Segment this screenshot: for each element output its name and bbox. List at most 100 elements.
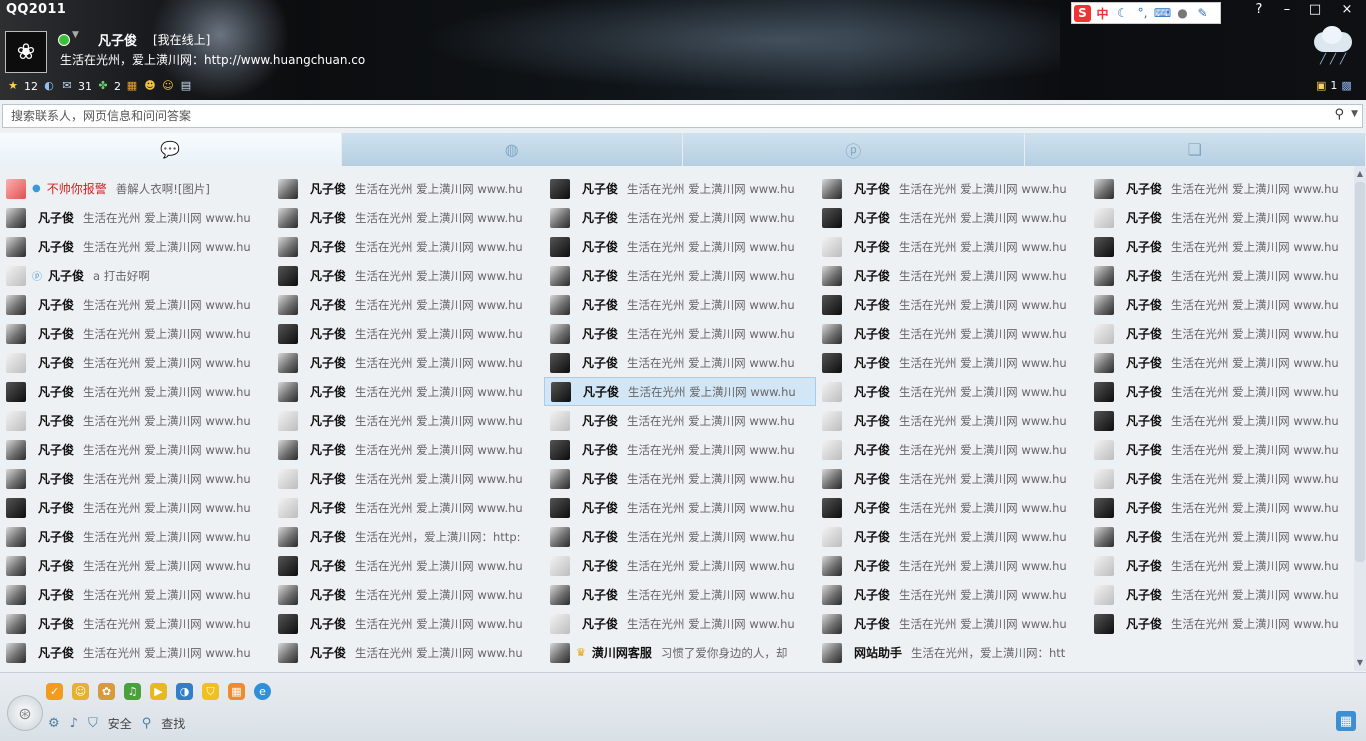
contact-avatar[interactable]	[551, 382, 571, 402]
contact-row[interactable]: 凡子俊生活在光州 爱上潢川网 www.hu	[816, 435, 1088, 464]
contact-avatar[interactable]	[6, 614, 26, 634]
contact-avatar[interactable]	[822, 498, 842, 518]
contact-row[interactable]: 凡子俊生活在光州 爱上潢川网 www.hu	[544, 522, 816, 551]
contact-avatar[interactable]	[278, 324, 298, 344]
contact-avatar[interactable]	[550, 440, 570, 460]
game-icon[interactable]: ▦	[125, 79, 139, 93]
app-manager-button[interactable]: ▦	[1336, 711, 1356, 731]
contact-avatar[interactable]	[278, 208, 298, 228]
contact-row[interactable]: 凡子俊生活在光州 爱上潢川网 www.hu	[544, 174, 816, 203]
contact-avatar[interactable]	[278, 179, 298, 199]
contact-row[interactable]: 凡子俊生活在光州 爱上潢川网 www.hu	[0, 464, 272, 493]
contact-avatar[interactable]	[6, 411, 26, 431]
contact-avatar[interactable]	[6, 527, 26, 547]
contact-row[interactable]: 凡子俊生活在光州 爱上潢川网 www.hu	[1088, 377, 1354, 406]
contact-avatar[interactable]	[822, 295, 842, 315]
contact-row[interactable]: ●不帅你报警善解人衣啊![图片]	[0, 174, 272, 203]
status-text[interactable]: [我在线上]	[153, 31, 210, 48]
music-app-icon[interactable]: ♫	[124, 683, 141, 700]
contact-row[interactable]: 凡子俊生活在光州 爱上潢川网 www.hu	[1088, 232, 1354, 261]
contact-avatar[interactable]	[1094, 382, 1114, 402]
contact-avatar[interactable]	[1094, 585, 1114, 605]
contact-row[interactable]: 凡子俊生活在光州 爱上潢川网 www.hu	[272, 174, 544, 203]
contact-avatar[interactable]	[278, 353, 298, 373]
sogou-s-icon[interactable]: S	[1074, 5, 1091, 22]
contact-avatar[interactable]	[6, 353, 26, 373]
contact-row[interactable]: 凡子俊生活在光州 爱上潢川网 www.hu	[272, 609, 544, 638]
contact-avatar[interactable]	[1094, 527, 1114, 547]
contact-row[interactable]: 凡子俊生活在光州 爱上潢川网 www.hu	[1088, 261, 1354, 290]
mail-icon[interactable]: ✉	[60, 79, 74, 93]
contact-row[interactable]: 凡子俊生活在光州 爱上潢川网 www.hu	[272, 377, 544, 406]
contact-row[interactable]: 凡子俊生活在光州 爱上潢川网 www.hu	[0, 435, 272, 464]
avatar[interactable]: ❀	[5, 31, 47, 73]
people-app-icon[interactable]: ☺	[72, 683, 89, 700]
contact-row[interactable]: 凡子俊生活在光州 爱上潢川网 www.hu	[544, 203, 816, 232]
scroll-up-icon[interactable]: ▲	[1354, 168, 1366, 180]
tab-qzone[interactable]: ⓟ	[683, 133, 1025, 166]
scroll-thumb[interactable]	[1355, 182, 1365, 562]
contact-avatar[interactable]	[550, 585, 570, 605]
contact-avatar[interactable]	[822, 237, 842, 257]
contact-row[interactable]: 凡子俊生活在光州 爱上潢川网 www.hu	[1088, 464, 1354, 493]
shield-app-icon[interactable]: ⛉	[202, 683, 219, 700]
contact-row[interactable]: 凡子俊生活在光州 爱上潢川网 www.hu	[272, 261, 544, 290]
contact-row[interactable]: 凡子俊生活在光州 爱上潢川网 www.hu	[272, 464, 544, 493]
emoji-icon[interactable]: ☺	[161, 79, 175, 93]
contact-row[interactable]: 凡子俊生活在光州 爱上潢川网 www.hu	[272, 435, 544, 464]
contact-avatar[interactable]	[822, 643, 842, 663]
mail-app-icon[interactable]: ✓	[46, 683, 63, 700]
settings-icon[interactable]: ⚙	[48, 716, 60, 731]
contact-avatar[interactable]	[550, 527, 570, 547]
contact-avatar[interactable]	[1094, 498, 1114, 518]
contact-row[interactable]: 凡子俊生活在光州 爱上潢川网 www.hu	[1088, 551, 1354, 580]
contact-row[interactable]: 凡子俊生活在光州，爱上潢川网：http:	[272, 522, 544, 551]
contact-row[interactable]: 网站助手生活在光州，爱上潢川网：htt	[816, 638, 1088, 667]
contact-avatar[interactable]	[1094, 324, 1114, 344]
contact-row[interactable]: 凡子俊生活在光州 爱上潢川网 www.hu	[544, 435, 816, 464]
contact-avatar[interactable]	[550, 614, 570, 634]
contact-row[interactable]: 凡子俊生活在光州 爱上潢川网 www.hu	[816, 551, 1088, 580]
find-button[interactable]: 查找	[161, 715, 185, 732]
contact-avatar[interactable]	[822, 324, 842, 344]
contact-row[interactable]: 凡子俊生活在光州 爱上潢川网 www.hu	[272, 319, 544, 348]
contact-avatar[interactable]	[550, 643, 570, 663]
contact-row[interactable]: 凡子俊生活在光州 爱上潢川网 www.hu	[544, 261, 816, 290]
wrench-icon[interactable]: ✎	[1194, 5, 1211, 22]
contact-avatar[interactable]	[6, 295, 26, 315]
contact-row[interactable]: 凡子俊生活在光州 爱上潢川网 www.hu	[272, 638, 544, 667]
contact-avatar[interactable]	[1094, 614, 1114, 634]
contact-avatar[interactable]	[550, 208, 570, 228]
contact-avatar[interactable]	[1094, 556, 1114, 576]
contact-avatar[interactable]	[550, 237, 570, 257]
contact-avatar[interactable]	[278, 614, 298, 634]
contact-avatar[interactable]	[822, 208, 842, 228]
contact-row[interactable]: 凡子俊生活在光州 爱上潢川网 www.hu	[1088, 348, 1354, 377]
close-button[interactable]: ×	[1333, 0, 1361, 18]
contact-avatar[interactable]	[822, 527, 842, 547]
contact-avatar[interactable]	[278, 411, 298, 431]
contact-avatar[interactable]	[6, 643, 26, 663]
contact-row[interactable]: 凡子俊生活在光州 爱上潢川网 www.hu	[0, 638, 272, 667]
contact-row[interactable]: 凡子俊生活在光州 爱上潢川网 www.hu	[0, 406, 272, 435]
contact-row[interactable]: 凡子俊生活在光州 爱上潢川网 www.hu	[272, 580, 544, 609]
contact-row[interactable]: 凡子俊生活在光州 爱上潢川网 www.hu	[816, 319, 1088, 348]
contact-avatar[interactable]	[278, 527, 298, 547]
contact-avatar[interactable]	[278, 295, 298, 315]
contact-row[interactable]: 凡子俊生活在光州 爱上潢川网 www.hu	[272, 290, 544, 319]
contact-avatar[interactable]	[1094, 353, 1114, 373]
contact-row[interactable]: 凡子俊生活在光州 爱上潢川网 www.hu	[1088, 522, 1354, 551]
contact-avatar[interactable]	[278, 440, 298, 460]
browser-app-icon[interactable]: ◑	[176, 683, 193, 700]
speaker-icon[interactable]: ♪	[70, 716, 78, 731]
contact-avatar[interactable]	[6, 179, 26, 199]
contact-avatar[interactable]	[550, 411, 570, 431]
contact-avatar[interactable]	[550, 266, 570, 286]
security-button[interactable]: 安全	[108, 715, 132, 732]
contact-avatar[interactable]	[822, 585, 842, 605]
color-grid-icon[interactable]: ▩	[1341, 79, 1351, 92]
contact-row[interactable]: 凡子俊生活在光州 爱上潢川网 www.hu	[0, 493, 272, 522]
contact-row[interactable]: ♛潢川网客服习惯了爱你身边的人，却	[544, 638, 816, 667]
pet-app-icon[interactable]: ✿	[98, 683, 115, 700]
ie-app-icon[interactable]: e	[254, 683, 271, 700]
